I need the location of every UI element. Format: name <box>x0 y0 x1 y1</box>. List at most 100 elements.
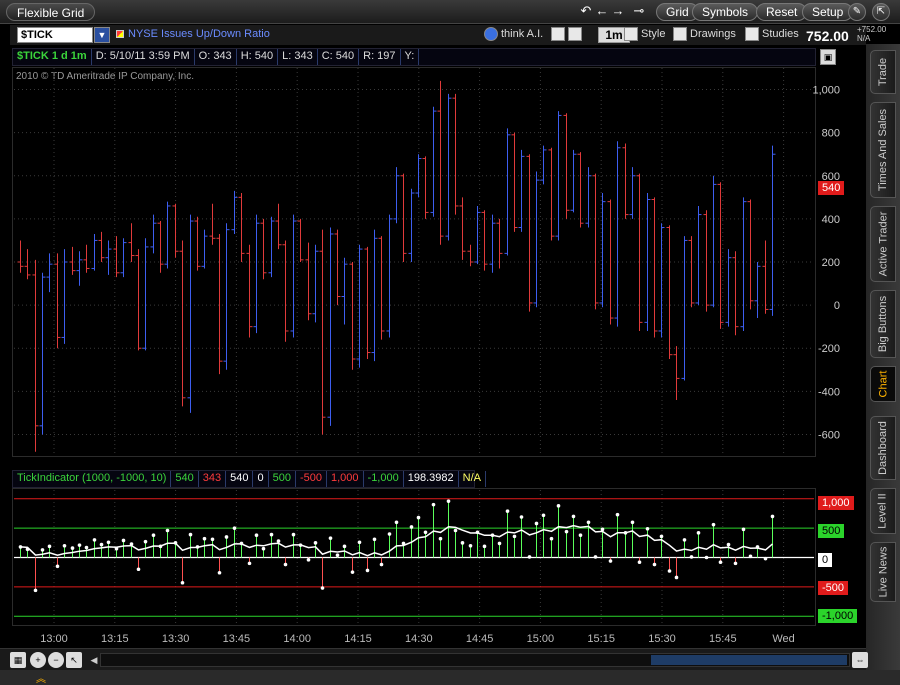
expand-icon[interactable]: ⇔ <box>852 652 868 668</box>
back-icon[interactable]: ← <box>594 3 610 19</box>
price-panel <box>12 67 816 457</box>
indicator-value-2: 540 <box>226 471 254 487</box>
style-button[interactable]: Style <box>624 27 665 43</box>
last-price: 752.00 <box>806 28 849 44</box>
indicator-value-0: 540 <box>171 471 199 487</box>
top-bar: Flexible Grid ↶ ← → ⊸ Grid Symbols Reset… <box>0 0 900 24</box>
crosshair-button[interactable] <box>551 27 568 43</box>
level-badge-neg500: -500 <box>818 581 849 595</box>
level-badge-500: 500 <box>818 524 845 538</box>
globe-icon <box>484 27 498 42</box>
price-tick-label: 400 <box>822 214 840 226</box>
time-tick-label: 15:30 <box>648 633 676 645</box>
time-tick-label: 15:00 <box>527 633 555 645</box>
study-color-swatch <box>116 30 124 38</box>
symbol-dropdown-icon[interactable]: ▼ <box>94 27 110 43</box>
price-tick-label: -400 <box>818 386 840 398</box>
price-tick-label: 800 <box>822 128 840 140</box>
level-badge-1000: 1,000 <box>818 496 854 510</box>
tab-times-and-sales[interactable]: Times And Sales <box>870 102 896 198</box>
time-tick-label: 13:30 <box>162 633 190 645</box>
price-tick-label: -200 <box>818 343 840 355</box>
time-tick-label: 15:15 <box>587 633 615 645</box>
time-tick-label: 14:00 <box>283 633 311 645</box>
time-tick-label: Wed <box>772 633 794 645</box>
time-tick-label: 15:45 <box>709 633 737 645</box>
indicator-value-8: 198.3982 <box>404 471 459 487</box>
pencil-icon <box>673 27 687 42</box>
indicator-value-5: -500 <box>296 471 327 487</box>
bottom-bar: ▦ + − ↖ ◀ ⇔ <box>0 648 868 670</box>
crosshair-icon <box>551 27 565 42</box>
bar-open: O: 343 <box>195 49 237 65</box>
time-tick-label: 14:15 <box>344 633 372 645</box>
indicator-value-6: 1,000 <box>327 471 364 487</box>
forward-icon[interactable]: → <box>610 3 626 19</box>
indicator-panel <box>12 488 816 626</box>
level-badge-0: 0 <box>818 553 833 567</box>
symbols-button[interactable]: Symbols <box>692 3 759 21</box>
drawings-button[interactable]: Drawings <box>673 27 736 43</box>
indicator-value-7: -1,000 <box>364 471 404 487</box>
bar-date: D: 5/10/11 3:59 PM <box>92 49 195 65</box>
chart-settings-icon[interactable]: ▣ <box>820 49 836 65</box>
pin-icon[interactable]: ✎ <box>848 3 866 21</box>
tab-chart[interactable]: Chart <box>870 366 896 402</box>
app-title[interactable]: Flexible Grid <box>6 3 96 21</box>
zoom-in-icon[interactable]: + <box>30 652 46 668</box>
think-ai-button[interactable]: think A.I. <box>484 27 543 43</box>
studies-icon <box>745 27 759 42</box>
indicator-info-bar: TickIndicator (1000, -1000, 10) 540 343 … <box>12 470 486 488</box>
scroll-thumb[interactable] <box>651 655 847 665</box>
indicator-value-9: N/A <box>459 471 486 487</box>
indicator-value-4: 500 <box>269 471 296 487</box>
status-bar: ︽ <box>0 670 900 685</box>
link-icon[interactable]: ⊸ <box>628 3 650 19</box>
indicator-value-1: 343 <box>199 471 227 487</box>
chart-toolbar: $TICK ▼ NYSE Issues Up/Down Ratio think … <box>10 25 866 45</box>
tab-dashboard[interactable]: Dashboard <box>870 416 896 480</box>
time-scrollbar[interactable] <box>100 653 850 667</box>
right-sidebar: Trade Times And Sales Active Trader Big … <box>866 44 900 685</box>
copyright-text: 2010 © TD Ameritrade IP Company, Inc. <box>16 71 195 82</box>
time-tick-label: 13:15 <box>101 633 129 645</box>
price-tick-label: 0 <box>834 300 840 312</box>
tools-button[interactable] <box>568 27 585 43</box>
price-info-bar: $TICK 1 d 1m D: 5/10/11 3:59 PM O: 343 H… <box>12 48 816 66</box>
undo-icon[interactable]: ↶ <box>578 3 594 19</box>
time-tick-label: 14:30 <box>405 633 433 645</box>
symbol-input[interactable]: $TICK <box>17 27 93 43</box>
study-title: NYSE Issues Up/Down Ratio <box>128 28 270 40</box>
price-tick-label: -600 <box>818 429 840 441</box>
wrench-icon <box>568 27 582 42</box>
bar-close: C: 540 <box>318 49 360 65</box>
time-tick-label: 14:45 <box>466 633 494 645</box>
collapse-grip-icon[interactable]: ︽ <box>36 670 46 685</box>
indicator-name: TickIndicator (1000, -1000, 10) <box>13 471 172 487</box>
pointer-icon[interactable]: ↖ <box>66 652 82 668</box>
studies-button[interactable]: Studies <box>745 27 799 43</box>
setup-button[interactable]: Setup <box>802 3 854 21</box>
tab-big-buttons[interactable]: Big Buttons <box>870 290 896 358</box>
indicator-value-3: 0 <box>253 471 269 487</box>
reset-button[interactable]: Reset <box>756 3 808 21</box>
last-price-badge: 540 <box>818 181 845 195</box>
bar-low: L: 343 <box>278 49 318 65</box>
bar-range: R: 197 <box>359 49 401 65</box>
level-badge-neg1000: -1,000 <box>818 609 858 623</box>
style-icon <box>624 27 638 42</box>
symbol-period: $TICK 1 d 1m <box>13 49 92 65</box>
tab-trade[interactable]: Trade <box>870 50 896 94</box>
time-tick-label: 13:00 <box>40 633 68 645</box>
zoom-out-icon[interactable]: − <box>48 652 64 668</box>
bar-high: H: 540 <box>237 49 279 65</box>
price-tick-label: 1,000 <box>812 85 840 97</box>
time-tick-label: 13:45 <box>223 633 251 645</box>
price-change: +752.00 N/A <box>857 25 887 43</box>
tab-active-trader[interactable]: Active Trader <box>870 206 896 282</box>
detach-icon[interactable]: ⇱ <box>872 3 890 21</box>
bar-y: Y: <box>401 49 420 65</box>
tab-live-news[interactable]: Live News <box>870 542 896 602</box>
grid-layout-icon[interactable]: ▦ <box>10 652 26 668</box>
tab-level-ii[interactable]: Level II <box>870 488 896 534</box>
